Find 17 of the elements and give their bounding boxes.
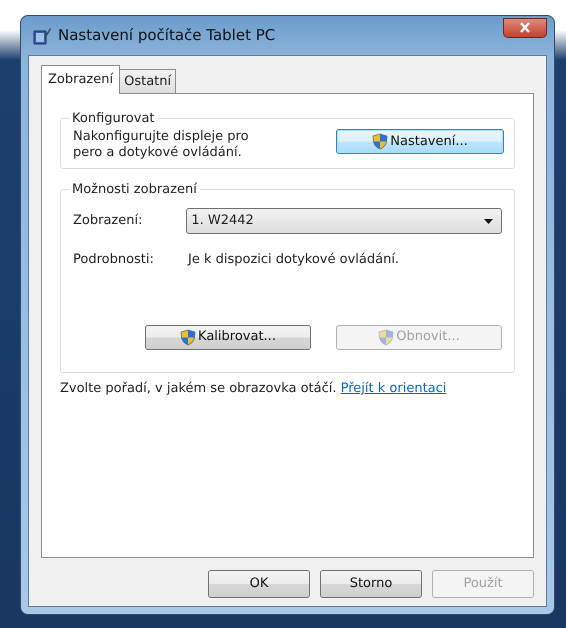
group-label: Možnosti zobrazení [71,183,198,196]
display-dropdown[interactable]: 1. W2442 [186,208,502,234]
orientation-link[interactable]: Přejít k orientaci [340,381,446,396]
button[interactable]: Nastavení... [336,129,504,154]
button[interactable]: Storno [320,570,422,598]
tab[interactable]: Zobrazení [41,64,120,94]
window-title: Nastavení počítače Tablet PC [58,25,276,46]
field-label: Podrobnosti: [73,251,155,270]
button[interactable]: OK [208,570,310,598]
field-label: Zobrazení: [73,212,144,230]
description-text: Nakonfigurujte displeje pro pero a dotykové ovládání. [73,129,250,160]
details-text: Je k dispozici dotykové ovládání. [188,251,400,270]
group-label: Konfigurovat [71,112,156,125]
instruction-text: Zvolte pořadí, v jakém se obrazovka otáčí. Přejít k orientaci [60,381,448,398]
dropdown-value: 1. W2442 [191,212,254,230]
tab[interactable]: Ostatní [119,68,176,93]
button[interactable]: Kalibrovat... [145,324,311,350]
